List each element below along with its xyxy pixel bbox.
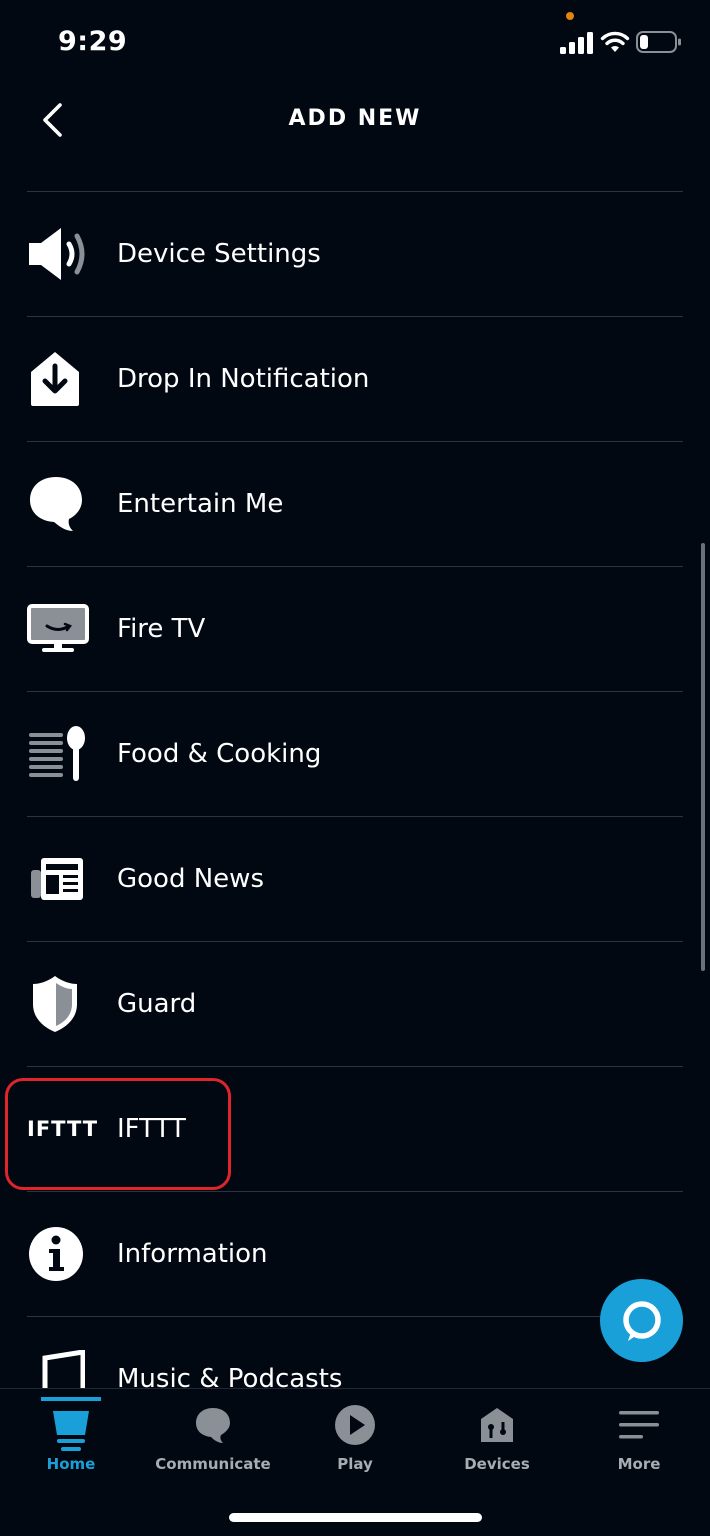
add-new-list[interactable]: Device Settings Drop In Notification Ent… bbox=[27, 191, 683, 1388]
list-item-label: Device Settings bbox=[117, 239, 321, 269]
list-item-device-settings[interactable]: Device Settings bbox=[27, 192, 683, 317]
status-time: 9:29 bbox=[58, 26, 128, 57]
list-item-label: Fire TV bbox=[117, 614, 206, 644]
tab-home[interactable]: Home bbox=[0, 1389, 142, 1489]
chat-icon bbox=[193, 1401, 233, 1449]
list-item-ifttt[interactable]: IFTTT IFTTT bbox=[27, 1067, 683, 1192]
header: ADD NEW bbox=[0, 90, 710, 150]
list-item-guard[interactable]: Guard bbox=[27, 942, 683, 1067]
devices-icon bbox=[477, 1401, 517, 1449]
scrollbar[interactable] bbox=[701, 543, 705, 971]
list-item-information[interactable]: Information bbox=[27, 1192, 683, 1317]
list-item-entertain-me[interactable]: Entertain Me bbox=[27, 442, 683, 567]
tab-label: Communicate bbox=[155, 1455, 271, 1473]
tab-label: Play bbox=[337, 1455, 373, 1473]
home-icon bbox=[41, 1397, 101, 1451]
list-item-food-and-cooking[interactable]: Food & Cooking bbox=[27, 692, 683, 817]
home-indicator bbox=[229, 1513, 482, 1522]
speaker-icon bbox=[27, 222, 91, 286]
tv-icon bbox=[27, 597, 91, 661]
page-title: ADD NEW bbox=[288, 106, 422, 131]
list-item-label: Guard bbox=[117, 989, 197, 1019]
info-icon bbox=[27, 1222, 91, 1286]
tab-devices[interactable]: Devices bbox=[426, 1389, 568, 1489]
tab-more[interactable]: More bbox=[568, 1389, 710, 1489]
tab-communicate[interactable]: Communicate bbox=[142, 1389, 284, 1489]
list-item-drop-in-notification[interactable]: Drop In Notification bbox=[27, 317, 683, 442]
alexa-button[interactable] bbox=[600, 1279, 683, 1362]
ifttt-logo: IFTTT bbox=[27, 1117, 99, 1141]
play-icon bbox=[333, 1401, 377, 1449]
tab-label: Devices bbox=[464, 1455, 530, 1473]
list-item-label: IFTTT bbox=[117, 1114, 186, 1144]
list-item-label: Entertain Me bbox=[117, 489, 284, 519]
list-item-fire-tv[interactable]: Fire TV bbox=[27, 567, 683, 692]
list-item-label: Information bbox=[117, 1239, 268, 1269]
newspaper-icon bbox=[27, 847, 91, 911]
drop-in-icon bbox=[27, 347, 91, 411]
tab-play[interactable]: Play bbox=[284, 1389, 426, 1489]
list-item-good-news[interactable]: Good News bbox=[27, 817, 683, 942]
cellular-signal-icon bbox=[560, 32, 593, 54]
battery-icon bbox=[636, 31, 681, 53]
menu-icon bbox=[619, 1401, 659, 1449]
list-item-label: Music & Podcasts bbox=[117, 1364, 343, 1388]
spoon-icon bbox=[27, 722, 91, 786]
tab-label: Home bbox=[46, 1455, 96, 1473]
tab-label: More bbox=[617, 1455, 661, 1473]
shield-icon bbox=[27, 972, 91, 1036]
speech-bubble-icon bbox=[27, 472, 91, 536]
ifttt-logo-icon: IFTTT bbox=[27, 1097, 97, 1161]
list-item-label: Drop In Notification bbox=[117, 364, 370, 394]
music-icon bbox=[27, 1347, 91, 1388]
privacy-indicator-dot bbox=[566, 12, 574, 20]
list-item-music-and-podcasts[interactable]: Music & Podcasts bbox=[27, 1317, 683, 1388]
list-item-label: Good News bbox=[117, 864, 264, 894]
wifi-icon bbox=[600, 31, 630, 52]
list-item-label: Food & Cooking bbox=[117, 739, 322, 769]
status-bar: 9:29 bbox=[0, 0, 710, 90]
alexa-icon bbox=[622, 1300, 661, 1341]
